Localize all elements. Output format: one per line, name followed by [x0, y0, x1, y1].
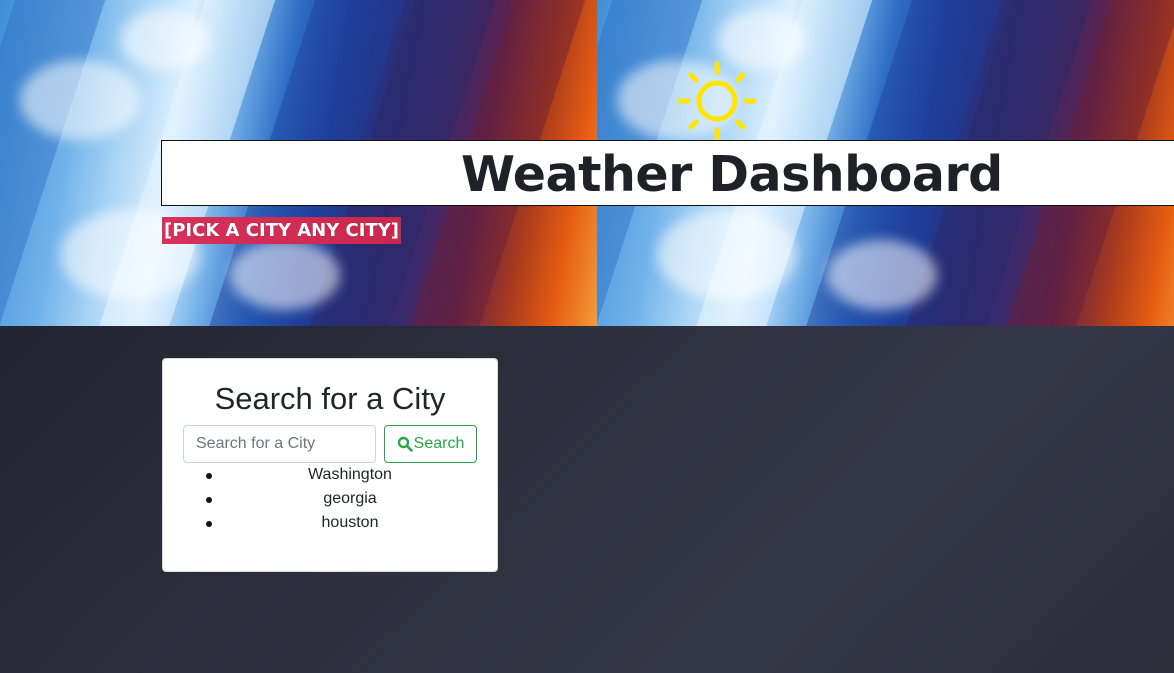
list-bullet: [206, 473, 212, 479]
city-search-input[interactable]: [183, 425, 376, 463]
search-history-list: Washington georgia houston: [163, 463, 497, 535]
search-heading: Search for a City: [214, 381, 446, 416]
sun-icon: [677, 61, 757, 141]
page-title: Weather Dashboard: [461, 146, 1003, 203]
search-button-label: Search: [413, 435, 465, 452]
tagline: [PICK A CITY ANY CITY]: [162, 217, 401, 244]
history-city-item[interactable]: georgia: [163, 487, 497, 511]
hero-banner: Weather Dashboard [PICK A CITY ANY CITY]: [0, 0, 1174, 326]
search-card: Search for a City Search Washington geor…: [162, 358, 498, 572]
history-city-label: houston: [321, 514, 379, 531]
history-city-item[interactable]: houston: [163, 511, 497, 535]
history-city-item[interactable]: Washington: [163, 463, 497, 487]
history-city-label: Washington: [308, 466, 392, 483]
list-bullet: [206, 497, 212, 503]
search-button[interactable]: Search: [384, 425, 477, 463]
history-city-label: georgia: [323, 490, 377, 507]
list-bullet: [206, 521, 212, 527]
search-icon: [397, 436, 413, 452]
